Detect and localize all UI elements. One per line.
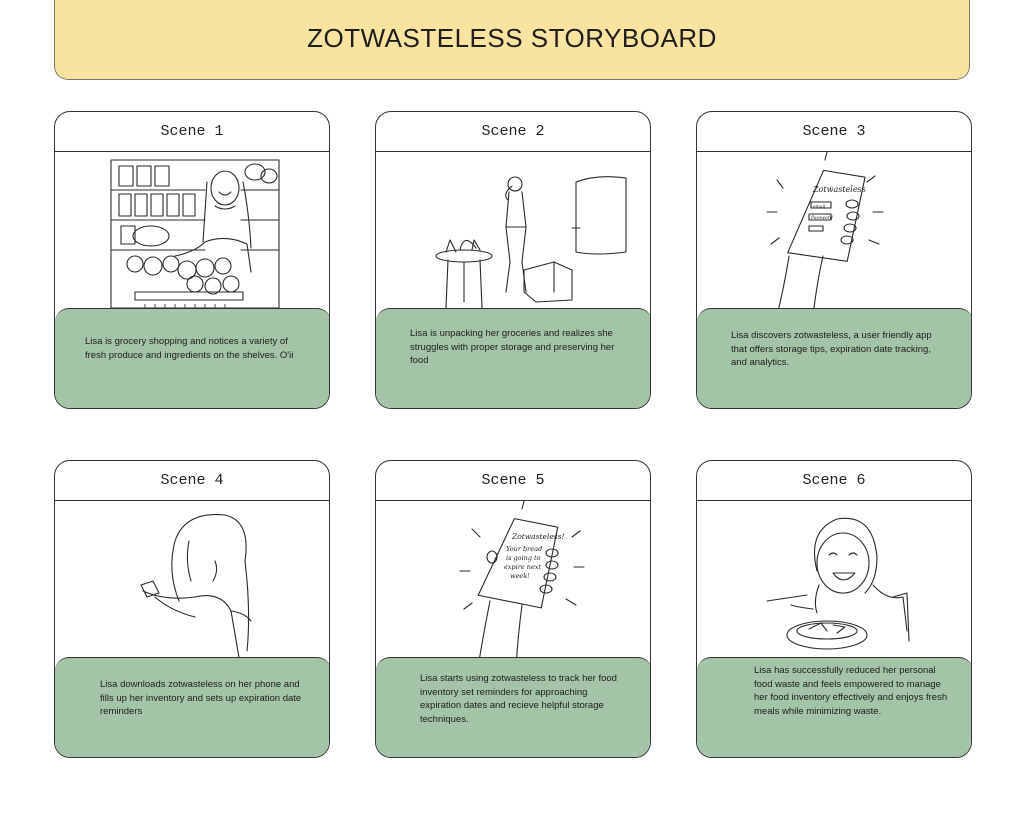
phone-line-4: week! [510,572,530,580]
scene-caption: Lisa starts using zotwasteless to track … [376,657,650,757]
scene-card-5: Scene 5 Zotwasteless! Your bread is goin… [375,460,651,758]
scene-label: Scene 5 [481,472,545,489]
scene-5-sketch: Zotwasteless! Your bread is going to exp… [376,501,650,669]
scene-6-sketch [697,501,971,669]
scene-card-6: Scene 6 Lisa has successfully reduced he… [696,460,972,758]
scene-caption: Lisa has successfully reduced her person… [697,657,971,757]
scene-label: Scene 1 [160,123,224,140]
scene-caption: Lisa discovers zotwasteless, a user frie… [697,308,971,408]
scene-header: Scene 5 [376,461,650,501]
scene-1-sketch [55,152,329,320]
phone-email-field: email [813,204,826,210]
storyboard-title: ZOTWASTELESS STORYBOARD [307,23,717,53]
scene-card-3: Scene 3 Zotwasteless email Password Lisa… [696,111,972,409]
phone-app-name: Zotwasteless [812,185,866,194]
phone-line-3: expire next [504,563,541,571]
scene-card-2: Scene 2 Lisa is unpacking her groceries … [375,111,651,409]
scene-label: Scene 6 [802,472,866,489]
scene-header: Scene 1 [55,112,329,152]
scene-label: Scene 3 [802,123,866,140]
phone-password-field: Password [810,215,833,221]
phone-line-2: is going to [506,554,541,562]
scene-card-4: Scene 4 Lisa downloads zotwasteless on h… [54,460,330,758]
scene-caption: Lisa downloads zotwasteless on her phone… [55,657,329,757]
scene-label: Scene 4 [160,472,224,489]
scene-header: Scene 3 [697,112,971,152]
scene-label: Scene 2 [481,123,545,140]
scene-header: Scene 4 [55,461,329,501]
phone-app-name: Zotwasteless! [511,532,564,541]
phone-line-1: Your bread [506,545,542,553]
scene-3-sketch: Zotwasteless email Password [697,152,971,320]
scene-card-1: Scene 1 Lisa is grocery shopping and not… [54,111,330,409]
scene-caption: Lisa is grocery shopping and notices a v… [55,308,329,408]
scene-4-sketch [55,501,329,669]
scene-header: Scene 6 [697,461,971,501]
scene-header: Scene 2 [376,112,650,152]
title-banner: ZOTWASTELESS STORYBOARD [54,0,970,80]
scene-caption: Lisa is unpacking her groceries and real… [376,308,650,408]
scene-2-sketch [376,152,650,320]
